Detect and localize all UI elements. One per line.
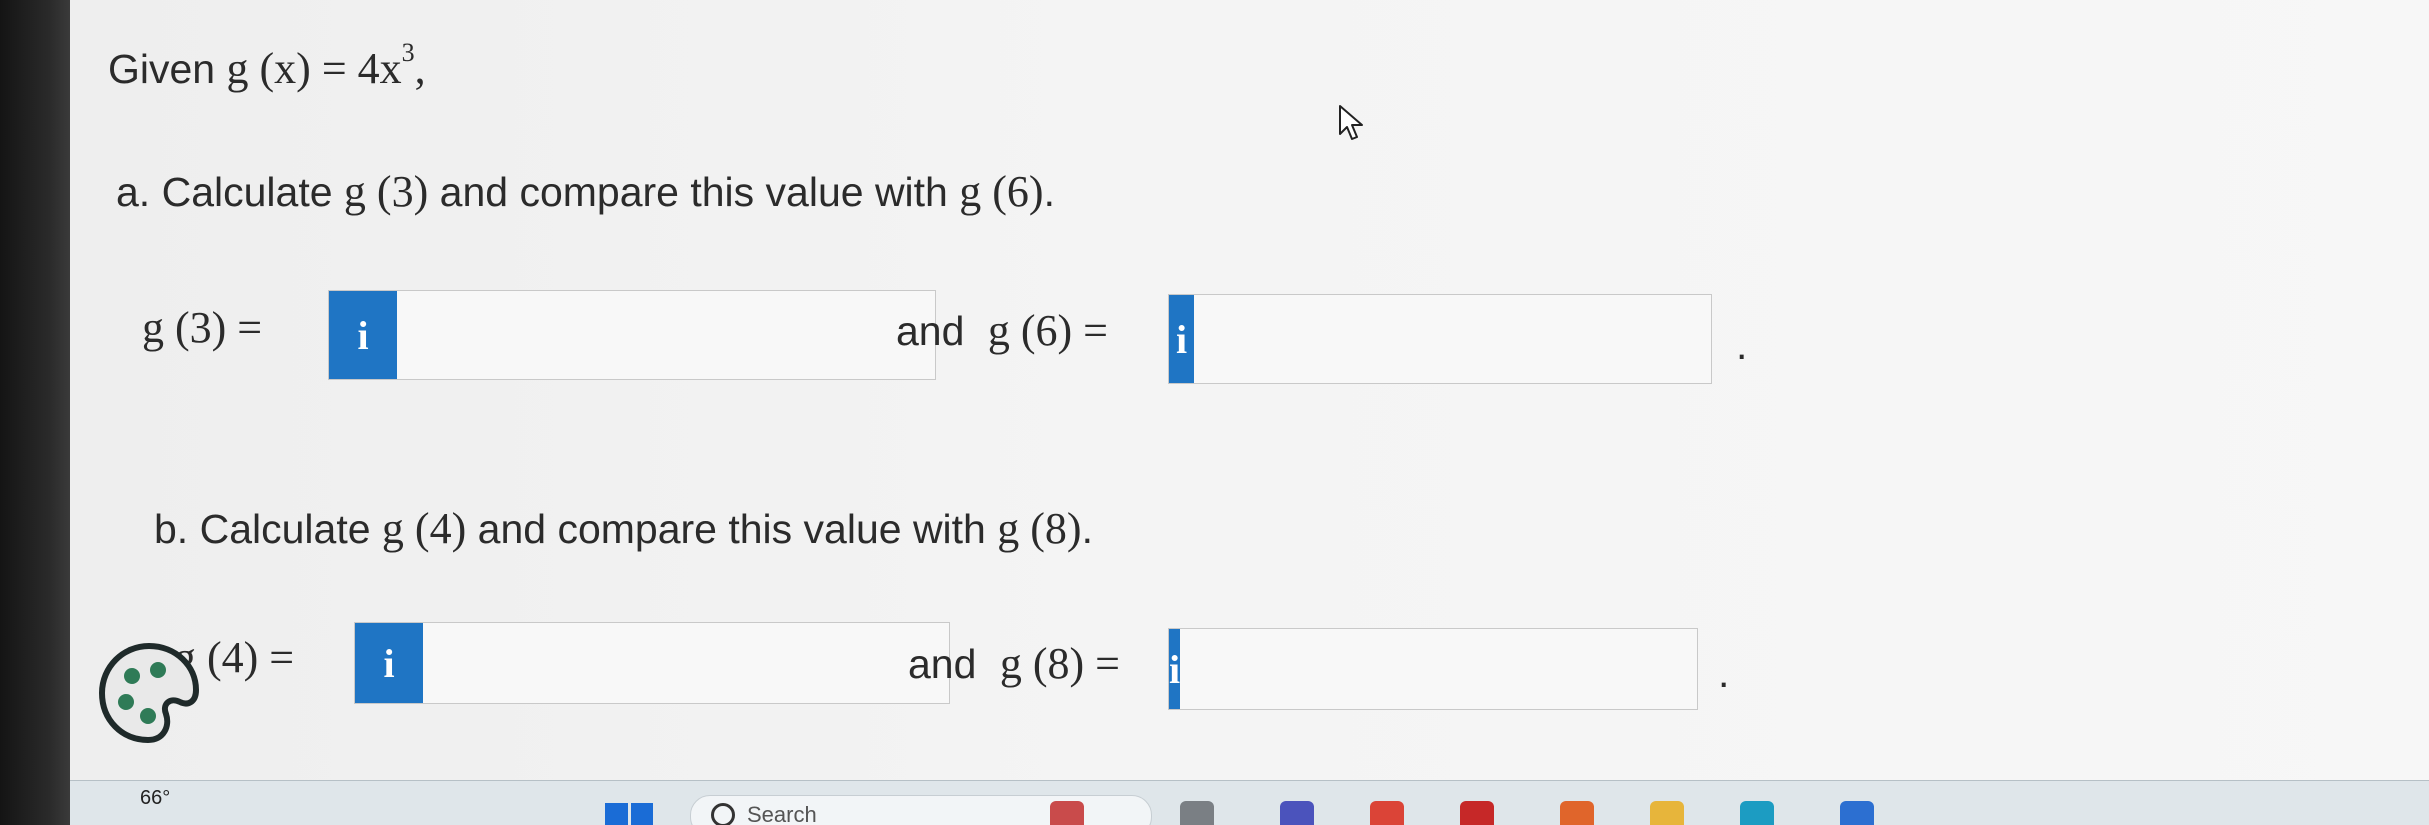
function-expression: g (x) = 4x [226, 44, 402, 93]
info-icon[interactable]: i [329, 291, 397, 379]
part-b-middle: and compare this value with [477, 506, 986, 552]
info-icon[interactable]: i [355, 623, 423, 703]
g4-input[interactable] [423, 623, 949, 703]
g6-input[interactable] [1194, 295, 1711, 383]
info-icon[interactable]: i [1169, 295, 1194, 383]
part-a-and-group: and g (6) = [896, 305, 1108, 356]
g6-label: g (6) = [987, 306, 1108, 355]
part-a-trailing-period: . [1736, 322, 1748, 368]
search-label: Search [747, 802, 817, 825]
g6-answer-box: i [1168, 294, 1712, 384]
weather-temperature[interactable]: 66° [140, 787, 170, 810]
problem-statement: Given g (x) = 4x3, [108, 38, 426, 94]
part-a-g2: g (6) [959, 167, 1044, 216]
part-a-middle: and compare this value with [439, 169, 948, 215]
part-a-g1: g (3) [343, 167, 429, 216]
part-a-prompt: a. Calculate g (3) and compare this valu… [116, 166, 1055, 217]
g4-answer-box: i [354, 622, 950, 704]
and-label: and [908, 641, 977, 687]
part-b-end: . [1081, 506, 1093, 552]
g3-input[interactable] [397, 291, 935, 379]
taskbar: 66° Search [70, 780, 2429, 825]
screen: Given g (x) = 4x3, a. Calculate g (3) an… [0, 0, 2429, 825]
g8-input[interactable] [1180, 629, 1698, 709]
paint-icon[interactable] [1560, 801, 1594, 825]
mail-icon[interactable] [1460, 801, 1494, 825]
edge-icon[interactable] [1740, 801, 1774, 825]
file-icon[interactable] [1180, 801, 1214, 825]
g3-answer-box: i [328, 290, 936, 380]
info-icon[interactable]: i [1169, 629, 1181, 709]
exponent: 3 [401, 38, 415, 67]
part-b-prefix: b. Calculate [154, 506, 371, 552]
teams-icon[interactable] [1280, 801, 1314, 825]
monitor-bezel [0, 0, 70, 825]
g3-label: g (3) = [142, 303, 263, 352]
paw-icon[interactable] [1050, 801, 1084, 825]
windows-start-icon[interactable] [605, 803, 653, 825]
g8-label: g (8) = [999, 639, 1120, 688]
part-b-and-group: and g (8) = [908, 638, 1120, 689]
comma: , [414, 44, 426, 93]
part-a-end: . [1043, 169, 1055, 215]
mouse-pointer-icon [1339, 105, 1363, 140]
part-b-g2: g (8) [997, 504, 1082, 553]
folder-icon[interactable] [1650, 801, 1684, 825]
floating-widget-icon[interactable] [96, 640, 202, 746]
part-b-g1: g (4) [381, 504, 467, 553]
part-b-trailing-period: . [1718, 650, 1730, 696]
part-b-prompt: b. Calculate g (4) and compare this valu… [154, 503, 1093, 554]
function-definition: g (x) = 4x3, [226, 38, 426, 93]
chrome-icon[interactable] [1370, 801, 1404, 825]
and-label: and [896, 308, 965, 354]
question-page: Given g (x) = 4x3, a. Calculate g (3) an… [70, 0, 2429, 780]
given-label: Given [108, 46, 216, 92]
store-icon[interactable] [1840, 801, 1874, 825]
g8-answer-box: i [1168, 628, 1698, 710]
search-icon [711, 803, 735, 825]
part-a-prefix: a. Calculate [116, 169, 333, 215]
